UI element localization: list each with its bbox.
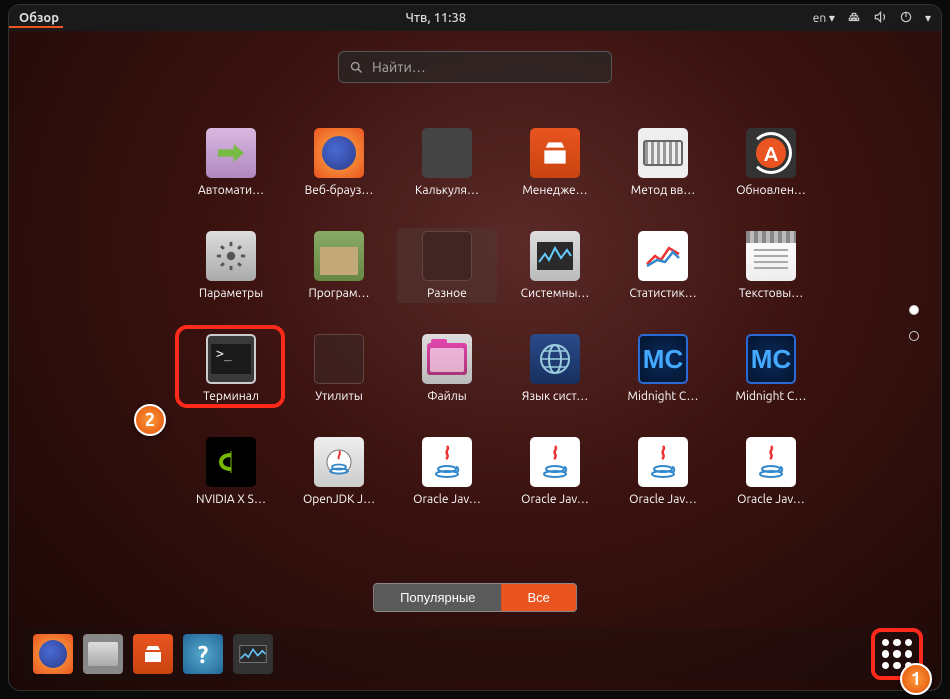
app-mc-2[interactable]: MC Midnight C… xyxy=(721,331,821,406)
mc-icon: MC xyxy=(746,334,796,384)
app-label: Oracle Jav… xyxy=(737,493,805,506)
app-files[interactable]: Файлы xyxy=(397,331,497,406)
dock-software[interactable] xyxy=(133,634,173,674)
nvidia-icon xyxy=(206,437,256,487)
clock[interactable]: Чтв, 11:38 xyxy=(406,11,467,25)
view-switcher: Популярные Все xyxy=(373,583,577,612)
app-mc-1[interactable]: MC Midnight C… xyxy=(613,331,713,406)
network-icon[interactable] xyxy=(847,10,861,27)
app-stats[interactable]: Статистик… xyxy=(613,228,713,303)
software-icon xyxy=(530,128,580,178)
openjdk-icon xyxy=(314,437,364,487)
keyboard-icon xyxy=(638,128,688,178)
page-dot-2[interactable] xyxy=(909,331,919,341)
app-oracle-3[interactable]: Oracle Jav… xyxy=(613,434,713,509)
dock-firefox[interactable] xyxy=(33,634,73,674)
app-terminal[interactable]: >_ Терминал xyxy=(181,331,281,406)
search-input[interactable]: Найти… xyxy=(338,51,612,83)
app-openjdk[interactable]: OpenJDK J… xyxy=(289,434,389,509)
app-label: Oracle Jav… xyxy=(629,493,697,506)
dock-files[interactable] xyxy=(83,634,123,674)
app-label: Системны… xyxy=(521,287,590,300)
activities-button[interactable]: Обзор xyxy=(19,11,59,25)
update-icon xyxy=(746,128,796,178)
keyboard-layout-indicator[interactable]: en ▾ xyxy=(813,11,835,25)
app-system-monitor[interactable]: Системны… xyxy=(505,228,605,303)
dock-help[interactable]: ? xyxy=(183,634,223,674)
app-label: Статистик… xyxy=(629,287,696,300)
app-software[interactable]: Менедже… xyxy=(505,125,605,200)
settings-icon xyxy=(206,231,256,281)
app-label: Веб-брауз… xyxy=(305,184,374,197)
app-label: Обновлен… xyxy=(736,184,806,197)
search-icon xyxy=(349,60,364,75)
dock-system-monitor[interactable] xyxy=(233,634,273,674)
app-oracle-2[interactable]: Oracle Jav… xyxy=(505,434,605,509)
folder-utilities[interactable]: Утилиты xyxy=(289,331,389,406)
app-label: NVIDIA X S… xyxy=(196,493,266,506)
java-icon xyxy=(530,437,580,487)
files-icon xyxy=(422,334,472,384)
stats-icon xyxy=(638,231,688,281)
app-text-editor[interactable]: Текстовы… xyxy=(721,228,821,303)
app-label: Текстовы… xyxy=(739,287,803,300)
app-label: Файлы xyxy=(427,390,466,403)
app-label: Oracle Jav… xyxy=(521,493,589,506)
java-icon xyxy=(746,437,796,487)
app-language[interactable]: Язык сист… xyxy=(505,331,605,406)
volume-icon[interactable] xyxy=(873,10,887,27)
app-label: Утилиты xyxy=(315,390,363,403)
app-calculator[interactable]: Калькуля… xyxy=(397,125,497,200)
term-icon: >_ xyxy=(206,334,256,384)
power-icon[interactable] xyxy=(899,10,913,27)
misc-icon xyxy=(422,231,472,281)
dropdown-icon: ▾ xyxy=(925,11,931,25)
app-label: Язык сист… xyxy=(522,390,588,403)
java-icon xyxy=(422,437,472,487)
tab-all[interactable]: Все xyxy=(502,584,576,611)
app-label: Автомати… xyxy=(198,184,264,197)
app-label: Midnight C… xyxy=(736,390,807,403)
firefox-icon xyxy=(314,128,364,178)
app-firefox[interactable]: Веб-брауз… xyxy=(289,125,389,200)
app-input-method[interactable]: Метод вв… xyxy=(613,125,713,200)
app-label: Параметры xyxy=(199,287,263,300)
annotation-badge-1: 1 xyxy=(900,663,932,695)
app-auto-login[interactable]: Автомати… xyxy=(181,125,281,200)
app-oracle-1[interactable]: Oracle Jav… xyxy=(397,434,497,509)
app-oracle-4[interactable]: Oracle Jav… xyxy=(721,434,821,509)
app-nvidia[interactable]: NVIDIA X S… xyxy=(181,434,281,509)
text-icon xyxy=(746,231,796,281)
login-icon xyxy=(206,128,256,178)
folder-misc[interactable]: Разное xyxy=(397,228,497,303)
app-label: Терминал xyxy=(203,390,259,403)
app-updater[interactable]: Обновлен… xyxy=(721,125,821,200)
dock: ? xyxy=(23,628,927,680)
page-dot-1[interactable] xyxy=(909,305,919,315)
calc-icon xyxy=(422,128,472,178)
app-label: Oracle Jav… xyxy=(413,493,481,506)
sysmon-icon xyxy=(530,231,580,281)
top-bar: Обзор Чтв, 11:38 en ▾ ▾ xyxy=(9,5,941,31)
utils-icon xyxy=(314,334,364,384)
app-label: Калькуля… xyxy=(415,184,479,197)
page-indicator[interactable] xyxy=(909,305,919,341)
app-label: Midnight C… xyxy=(628,390,699,403)
lang-icon xyxy=(530,334,580,384)
annotation-badge-2: 2 xyxy=(134,404,166,436)
mc-icon: MC xyxy=(638,334,688,384)
app-label: Разное xyxy=(427,287,467,300)
app-label: OpenJDK J… xyxy=(303,493,375,506)
app-label: Менедже… xyxy=(522,184,587,197)
tab-frequent[interactable]: Популярные xyxy=(374,584,501,611)
search-placeholder: Найти… xyxy=(372,59,426,75)
app-label: Програм… xyxy=(308,287,369,300)
pkg-icon xyxy=(314,231,364,281)
app-packages[interactable]: Програм… xyxy=(289,228,389,303)
java-icon xyxy=(638,437,688,487)
app-settings[interactable]: Параметры xyxy=(181,228,281,303)
app-grid: Автомати… Веб-брауз… Калькуля… Менедже… Мето… xyxy=(181,125,821,509)
app-label: Метод вв… xyxy=(631,184,695,197)
